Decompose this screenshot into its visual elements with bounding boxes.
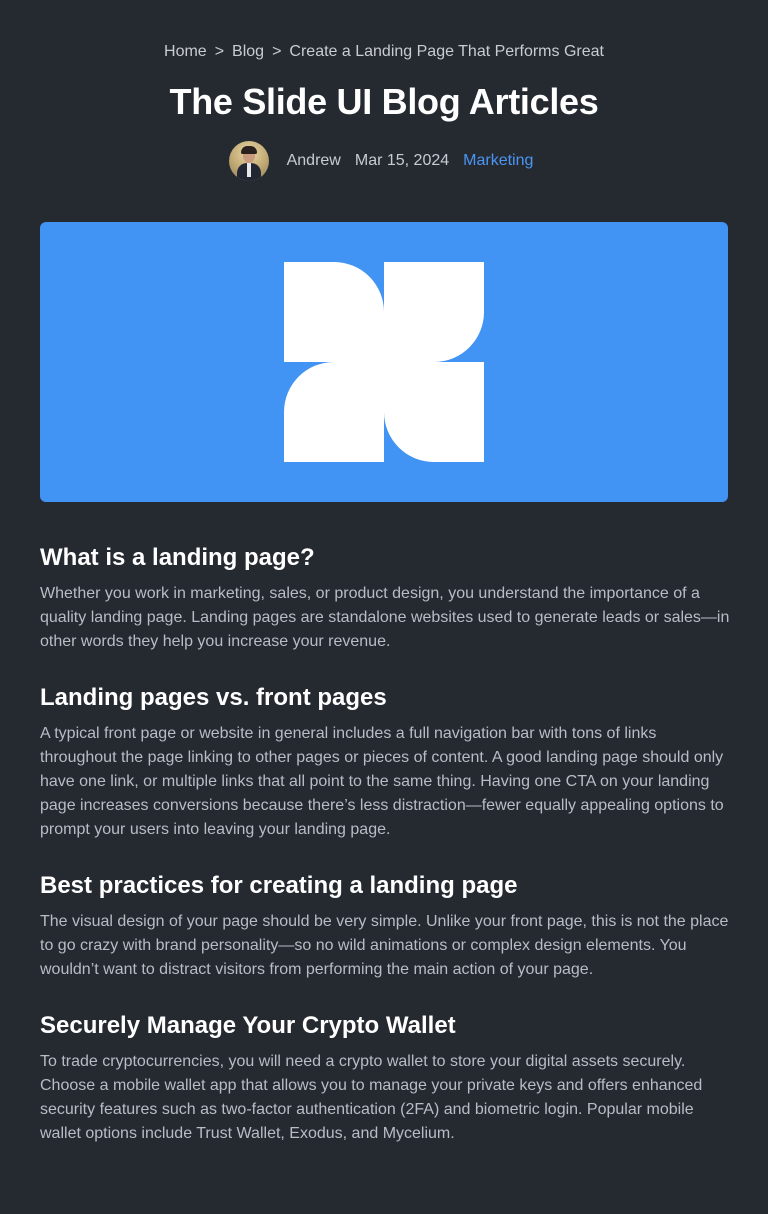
hero-image	[40, 222, 728, 502]
article-content: What is a landing page? Whether you work…	[40, 540, 730, 1172]
breadcrumb-home-link[interactable]: Home	[164, 43, 207, 60]
publish-date: Mar 15, 2024	[354, 152, 450, 169]
avatar-shirt	[246, 163, 251, 177]
author-avatar[interactable]	[228, 141, 269, 181]
section-body: A typical front page or website in gener…	[40, 725, 724, 838]
breadcrumb-separator: >	[214, 43, 225, 60]
breadcrumb-current: Create a Landing Page That Performs Grea…	[289, 43, 604, 60]
article-section: Best practices for creating a landing pa…	[40, 868, 730, 982]
article-section: What is a landing page? Whether you work…	[40, 540, 730, 654]
section-body: The visual design of your page should be…	[40, 913, 729, 978]
article-meta: Andrew Mar 15, 2024 Marketing	[0, 140, 768, 182]
category-link[interactable]: Marketing	[463, 152, 533, 170]
section-body: Whether you work in marketing, sales, or…	[40, 585, 730, 650]
quarter-circles-logo-icon	[284, 262, 484, 462]
section-heading: Securely Manage Your Crypto Wallet	[40, 1012, 456, 1039]
page-title: The Slide UI Blog Articles	[169, 81, 599, 122]
section-heading: Best practices for creating a landing pa…	[40, 872, 518, 899]
article-section: Landing pages vs. front pages A typical …	[40, 680, 730, 842]
section-heading: What is a landing page?	[40, 544, 315, 571]
author-name[interactable]: Andrew	[287, 152, 341, 170]
section-body: To trade cryptocurrencies, you will need…	[40, 1053, 703, 1142]
breadcrumb: Home > Blog > Create a Landing Page That Per…	[0, 42, 768, 62]
section-heading: Landing pages vs. front pages	[40, 684, 387, 711]
avatar-hair	[240, 146, 257, 154]
article-section: Securely Manage Your Crypto Wallet To tr…	[40, 1008, 730, 1146]
breadcrumb-separator: >	[272, 43, 282, 60]
breadcrumb-blog-link[interactable]: Blog	[232, 43, 264, 60]
